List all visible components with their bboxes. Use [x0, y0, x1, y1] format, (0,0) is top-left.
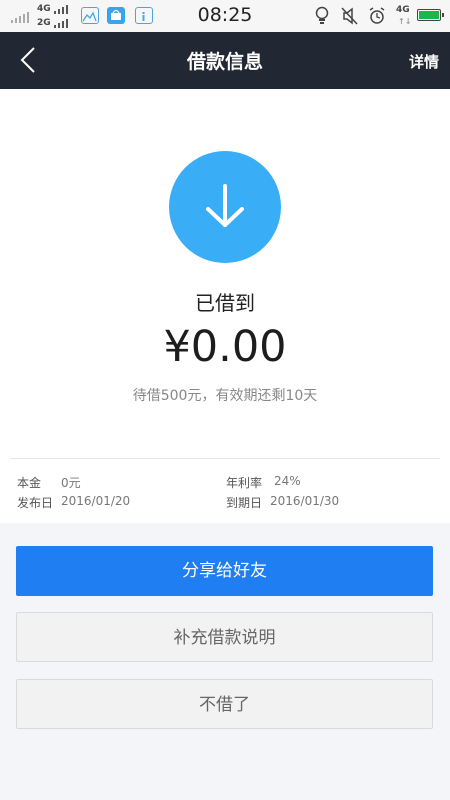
mute-icon: [341, 6, 359, 30]
loan-status: 已借到: [195, 291, 255, 315]
principal-label: 本金: [17, 476, 42, 490]
rate-value: 24%: [274, 474, 301, 488]
info-due-date: 到期日 2016/01/30: [226, 494, 339, 511]
status-circle: [169, 151, 281, 263]
info-publish-date: 发布日 2016/01/20: [17, 494, 130, 511]
publish-value: 2016/01/20: [61, 494, 131, 508]
network-type-right: 4G: [396, 5, 410, 15]
due-value: 2016/01/30: [270, 494, 340, 508]
battery-icon: [417, 9, 444, 21]
divider: [10, 458, 440, 459]
arrow-down-icon: [206, 184, 244, 227]
supplement-button[interactable]: 补充借款说明: [16, 612, 433, 662]
info-rate: 年利率 24%: [226, 474, 301, 491]
page-title: 借款信息: [186, 51, 263, 73]
data-arrows-icon: ↑↓: [398, 17, 412, 26]
principal-value: 0元: [61, 476, 81, 490]
detail-button[interactable]: 详情: [409, 51, 439, 72]
publish-label: 发布日: [17, 496, 54, 510]
loan-note: 待借500元，有效期还剩10天: [132, 388, 318, 404]
loan-card: 已借到 ¥0.00 待借500元，有效期还剩10天 本金 0元 年利率 24% …: [0, 89, 450, 523]
loan-amount: ¥0.00: [163, 322, 287, 372]
lightbulb-icon: [314, 6, 330, 30]
due-label: 到期日: [226, 496, 263, 510]
alarm-icon: [368, 6, 386, 30]
share-button[interactable]: 分享给好友: [16, 546, 433, 596]
cancel-loan-button[interactable]: 不借了: [16, 679, 433, 729]
rate-label: 年利率: [226, 476, 263, 490]
info-principal: 本金 0元: [17, 474, 81, 491]
nav-bar: 借款信息 详情: [0, 32, 450, 89]
status-bar: 4G 2G 08:25 4G ↑↓: [0, 0, 450, 32]
